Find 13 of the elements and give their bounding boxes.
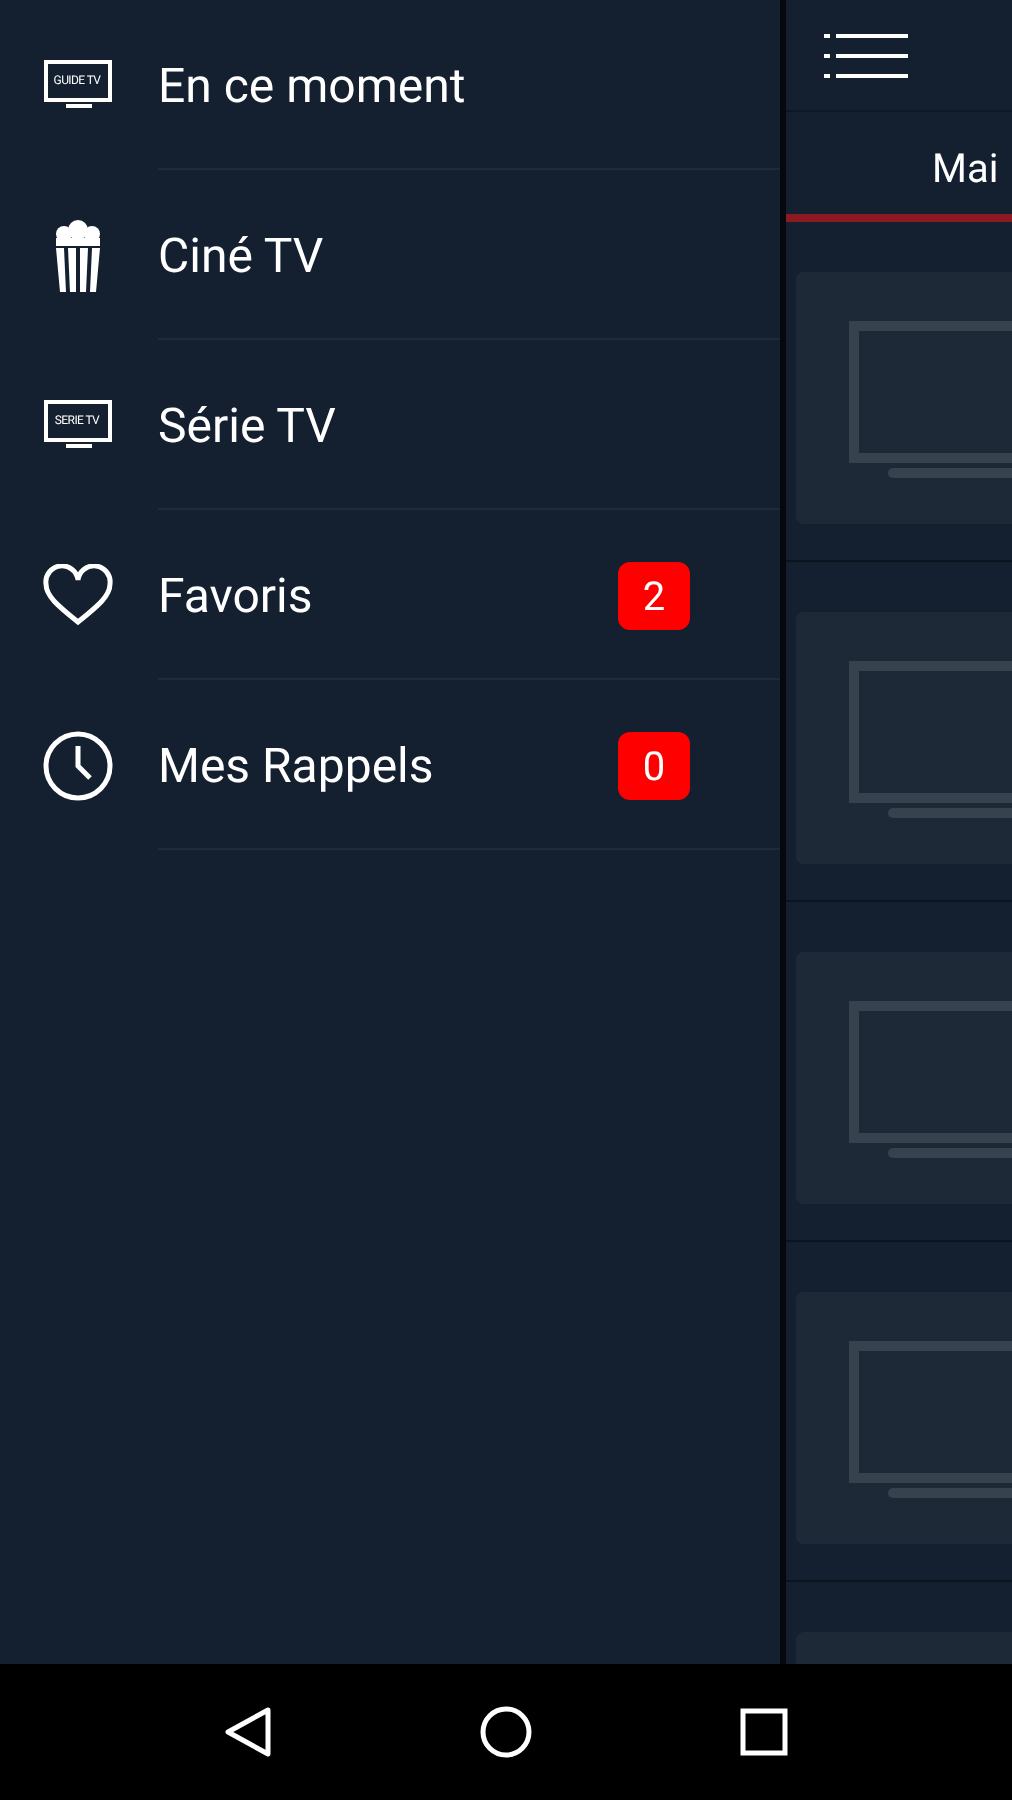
home-icon[interactable] xyxy=(480,1706,532,1758)
count-badge: 2 xyxy=(618,561,690,629)
drawer-item[interactable]: Mes Rappels 0 xyxy=(0,680,780,850)
count-badge: 0 xyxy=(618,731,690,799)
heart-icon xyxy=(41,563,113,627)
popcorn-icon xyxy=(51,219,103,291)
menu-icon[interactable] xyxy=(824,33,908,77)
recents-icon[interactable] xyxy=(740,1708,788,1756)
clock-icon xyxy=(41,729,113,801)
drawer-item[interactable]: Ciné TV xyxy=(0,170,780,340)
drawer-item[interactable]: Favoris 2 xyxy=(0,510,780,680)
tab[interactable]: Mai xyxy=(932,143,999,191)
back-icon[interactable] xyxy=(224,1706,272,1758)
